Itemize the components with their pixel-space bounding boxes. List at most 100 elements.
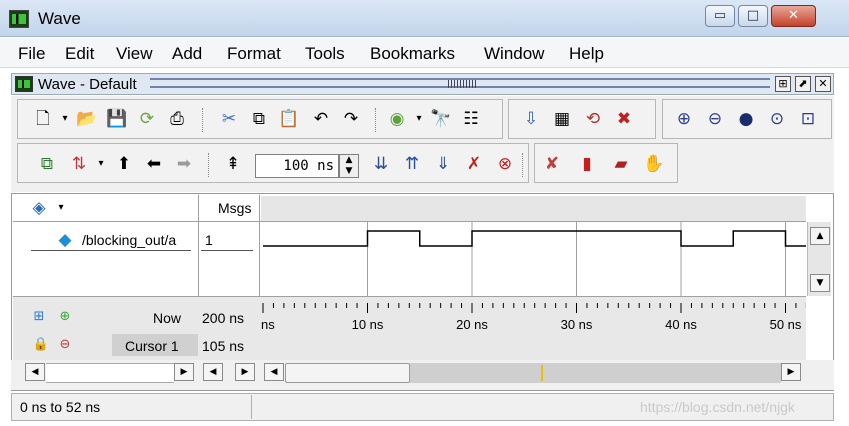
menu-file[interactable]: File	[18, 44, 45, 64]
values-scroll-right[interactable]: ▶	[235, 363, 255, 381]
run-icon[interactable]: ⇊	[370, 153, 392, 175]
undock-button[interactable]: ⬈	[795, 76, 811, 92]
cursor-label[interactable]: Cursor 1	[125, 338, 179, 354]
names-scroll-track[interactable]	[46, 363, 174, 383]
names-scroll-left[interactable]: ◀	[25, 363, 45, 381]
close-button[interactable]: ✕	[771, 5, 816, 27]
memory-icon[interactable]: ▰	[610, 153, 632, 175]
paste-icon[interactable]: 📋	[278, 108, 300, 130]
lock-cursor-icon[interactable]: 🔒	[30, 334, 52, 356]
run-length-spinner[interactable]: ▲ ▼	[339, 154, 359, 178]
dataset-close-icon[interactable]: ✖	[613, 108, 635, 130]
panel-grip[interactable]	[448, 80, 478, 88]
zoom-in-icon[interactable]: ⊕	[673, 108, 695, 130]
zoom-cursor-icon[interactable]: ⊙	[766, 108, 788, 130]
selector-dropdown-icon[interactable]: ▾	[50, 197, 72, 219]
panel-close-button[interactable]: ✕	[815, 76, 831, 92]
zoom-full-icon[interactable]: ●	[735, 108, 757, 130]
axis-tick-label: 20 ns	[456, 317, 488, 332]
menu-edit[interactable]: Edit	[65, 44, 94, 64]
axis-tick-label: 50 ns	[770, 317, 802, 332]
print-icon[interactable]: ⎙	[166, 108, 188, 130]
menu-help[interactable]: Help	[569, 44, 604, 64]
run-length-icon[interactable]: ⇞	[222, 153, 244, 175]
find-binoculars-icon[interactable]: 🔭	[430, 108, 452, 130]
menu-tools[interactable]: Tools	[305, 44, 345, 64]
list-icon[interactable]: ☷	[460, 108, 482, 130]
up-arrow-icon[interactable]: ⬆	[113, 153, 135, 175]
dataset-restart-icon[interactable]: ⟲	[582, 108, 604, 130]
scroll-down-arrow[interactable]: ▼	[810, 274, 830, 292]
status-time-range: 0 ns to 52 ns	[20, 399, 101, 415]
dataset-snapshot-icon[interactable]: ▦	[551, 108, 573, 130]
spin-up-icon[interactable]: ▲	[340, 155, 358, 166]
delete-cursor-icon[interactable]: ⊖	[54, 334, 76, 356]
signal-waveform[interactable]	[263, 230, 806, 247]
hand-icon[interactable]: ✋	[643, 153, 665, 175]
scroll-up-arrow[interactable]: ▲	[810, 227, 830, 245]
reload-icon[interactable]: ⟳	[136, 108, 158, 130]
dock-button[interactable]: ⊞	[775, 76, 791, 92]
menu-bookmarks[interactable]: Bookmarks	[370, 44, 455, 64]
now-value: 200 ns	[202, 310, 245, 326]
copy-icon[interactable]: ⧉	[248, 108, 270, 130]
wave-scroll-thumb[interactable]	[285, 363, 410, 383]
insert-divider-icon[interactable]: ⇅	[68, 153, 90, 175]
names-scroll-right[interactable]: ▶	[174, 363, 194, 381]
maximize-button[interactable]: □	[738, 5, 768, 27]
signal-selector-icon[interactable]: ◈	[28, 197, 50, 219]
signal-value: 1	[205, 232, 213, 248]
watermark-text: https://blog.csdn.net/njgk	[640, 399, 795, 415]
menu-format[interactable]: Format	[227, 44, 281, 64]
status-divider	[251, 395, 252, 419]
now-label: Now	[153, 310, 182, 326]
zoom-out-icon[interactable]: ⊖	[704, 108, 726, 130]
signal-diamond-icon: ◆	[58, 230, 72, 250]
performance-icon[interactable]: ▮	[576, 153, 598, 175]
wave-scroll-right[interactable]: ▶	[781, 363, 801, 381]
window-title: Wave	[38, 9, 81, 28]
save-icon[interactable]: 💾	[106, 108, 128, 130]
redo-icon[interactable]: ↷	[340, 108, 362, 130]
undo-icon[interactable]: ↶	[310, 108, 332, 130]
wave-scroll-left[interactable]: ◀	[264, 363, 284, 381]
go-dropdown-icon[interactable]: ▾	[408, 108, 430, 130]
signal-name[interactable]: /blocking_out/a	[82, 232, 176, 248]
wave-panel-icon	[15, 76, 33, 92]
axis-tick-label: 40 ns	[665, 317, 697, 332]
run-all-icon[interactable]: ⇓	[432, 153, 454, 175]
minimize-button[interactable]: ▭	[705, 5, 735, 27]
cursor-value: 105 ns	[202, 338, 245, 354]
waveform-plot[interactable]	[261, 222, 806, 296]
menu-window[interactable]: Window	[484, 44, 544, 64]
break-icon[interactable]: ✗	[463, 153, 485, 175]
menu-view[interactable]: View	[116, 44, 153, 64]
wave-scroll-track[interactable]	[410, 363, 781, 383]
menu-add[interactable]: Add	[172, 44, 202, 64]
new-file-icon[interactable]: 🗋	[32, 108, 54, 130]
signal-name-underline	[31, 250, 191, 251]
axis-tick-label: 10 ns	[352, 317, 384, 332]
values-scroll-left[interactable]: ◀	[203, 363, 223, 381]
go-icon[interactable]: ◉	[386, 108, 408, 130]
axis-tick-label: ns	[261, 317, 275, 332]
spin-down-icon[interactable]: ▼	[340, 166, 358, 177]
dataset-import-icon[interactable]: ⇩	[520, 108, 542, 130]
left-arrow-icon[interactable]: ⬅	[143, 153, 165, 175]
cut-icon[interactable]: ✂	[218, 108, 240, 130]
open-folder-icon[interactable]: 📂	[76, 108, 98, 130]
toolbar-separator	[375, 108, 376, 132]
add-wave-icon[interactable]: ⧉	[36, 153, 58, 175]
run-length-input[interactable]: 100 ns	[255, 154, 339, 178]
insert-cursor-icon[interactable]: ⊕	[54, 306, 76, 328]
right-arrow-icon[interactable]: ➡	[173, 153, 195, 175]
add-cursor-icon[interactable]: ⊞	[28, 306, 50, 328]
insert-dropdown-icon[interactable]: ▾	[90, 153, 112, 175]
stop-icon[interactable]: ⊗	[494, 153, 516, 175]
clear-icon[interactable]: ✘	[541, 153, 563, 175]
continue-run-icon[interactable]: ⇈	[401, 153, 423, 175]
wave-header	[261, 196, 806, 221]
axis-tick-label: 30 ns	[561, 317, 593, 332]
zoom-region-icon[interactable]: ⊡	[797, 108, 819, 130]
new-dropdown-icon[interactable]: ▾	[54, 108, 76, 130]
